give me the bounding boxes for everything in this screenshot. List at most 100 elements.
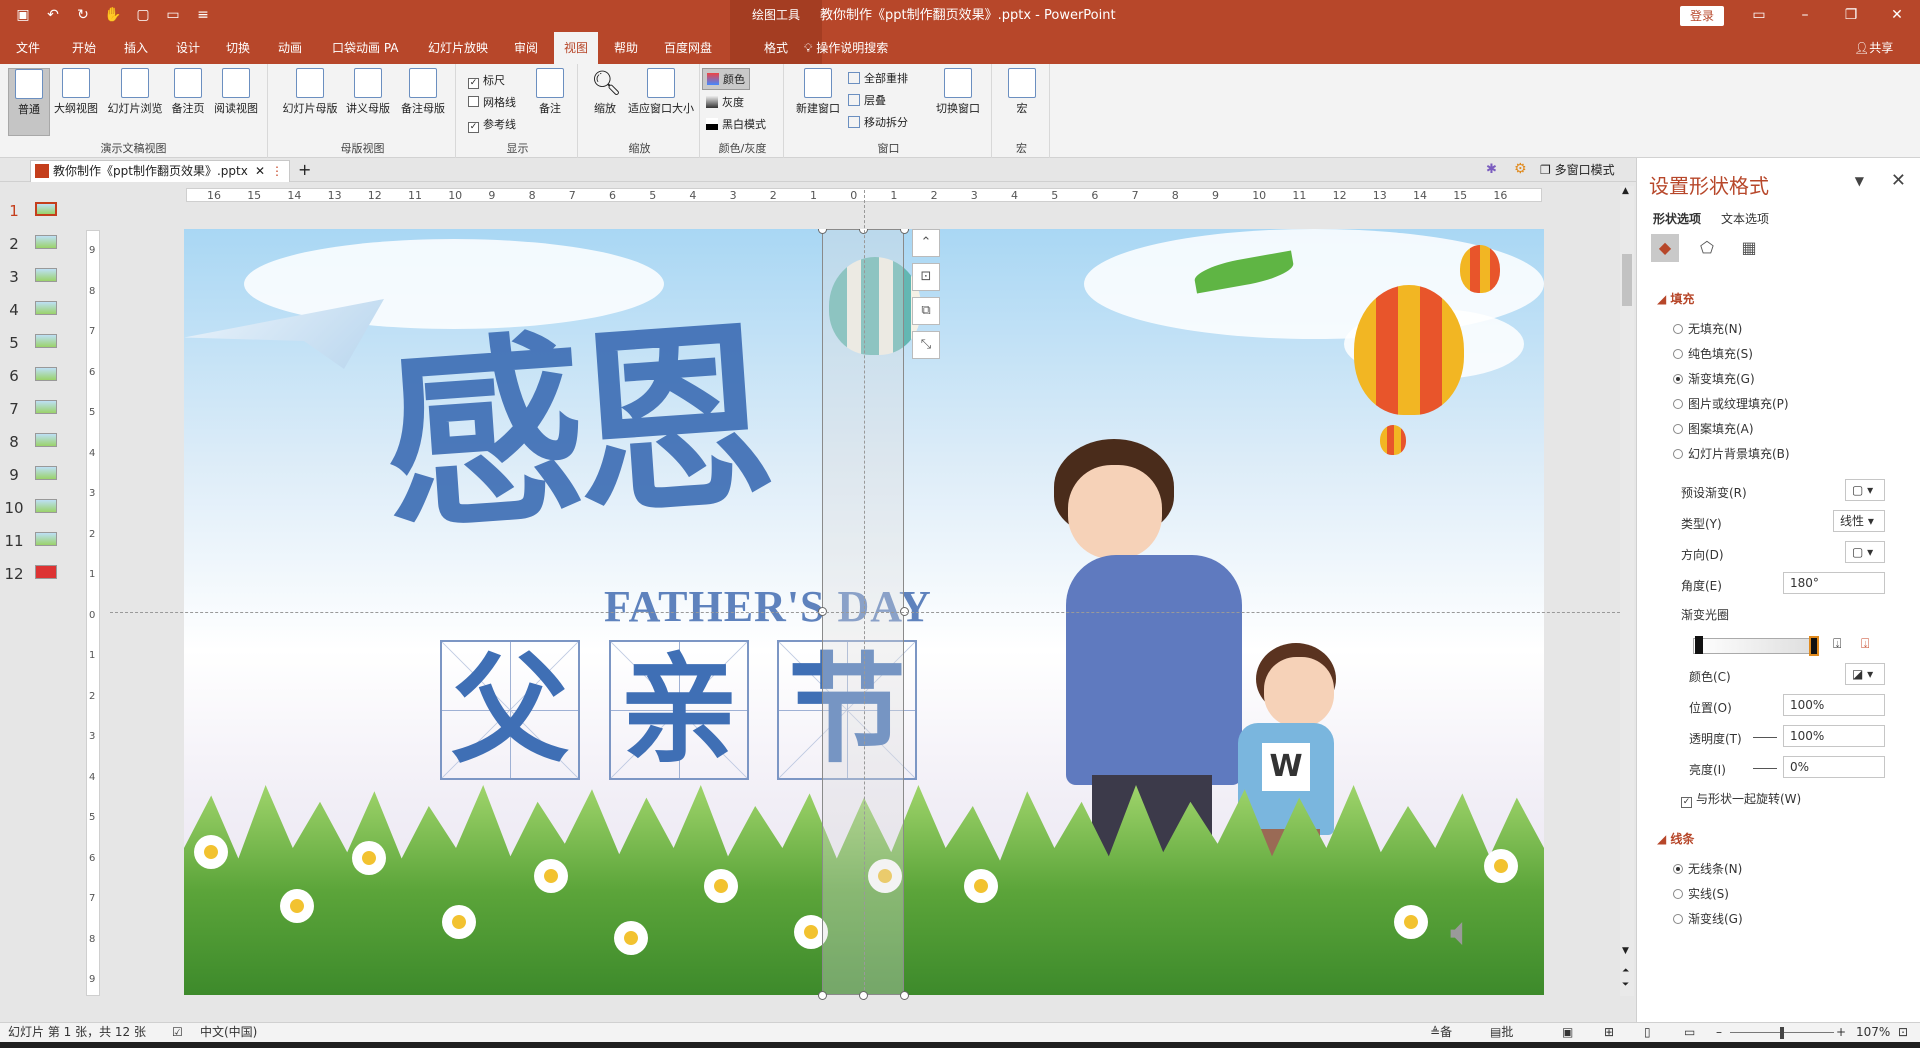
size-properties-icon[interactable]: ▦ — [1735, 234, 1763, 262]
language-indicator[interactable]: 中文(中国) — [200, 1023, 257, 1042]
thumbnail-12[interactable]: 12 — [0, 559, 80, 587]
scrollbar-thumb[interactable] — [1622, 254, 1632, 306]
direction-dropdown[interactable]: ▢ ▾ — [1845, 541, 1885, 563]
fill-section-header[interactable]: ◢ 填充 — [1657, 290, 1694, 307]
tab-review[interactable]: 审阅 — [504, 32, 548, 64]
move-split-button[interactable]: 移动拆分 — [848, 114, 908, 130]
add-stop-icon[interactable]: ⍗ — [1833, 636, 1841, 652]
ribbon-display-icon[interactable]: ▭ — [1736, 0, 1782, 32]
tab-baidu-netdisk[interactable]: 百度网盘 — [654, 32, 722, 64]
vertical-scrollbar[interactable]: ▲ ▼ ⏶ ⏷ — [1620, 186, 1634, 996]
undo-icon[interactable]: ↶ — [44, 6, 62, 24]
document-tab[interactable]: 教你制作《ppt制作翻页效果》.pptx ✕ ⋮ — [30, 160, 290, 182]
tab-design[interactable]: 设计 — [166, 32, 210, 64]
tab-animations[interactable]: 动画 — [268, 32, 312, 64]
sorter-view-status-icon[interactable]: ⊞ — [1604, 1023, 1614, 1042]
minimize-icon[interactable]: – — [1782, 0, 1828, 32]
align-icon[interactable]: ⊡ — [912, 263, 940, 291]
gradient-stop-handle[interactable] — [1809, 636, 1819, 656]
char-box-qin[interactable]: 亲 — [609, 640, 749, 780]
thumbnail-2[interactable]: 2 — [0, 229, 80, 257]
normal-view-status-icon[interactable]: ▣ — [1562, 1023, 1573, 1042]
notes-button[interactable]: 备注 — [532, 68, 568, 116]
fill-option-gradient[interactable]: 渐变填充(G) — [1673, 370, 1755, 387]
tab-view[interactable]: 视图 — [554, 32, 599, 64]
redo-icon[interactable]: ↻ — [74, 6, 92, 24]
tell-me-search[interactable]: 💡︎ 操作说明搜索 — [804, 32, 888, 64]
effects-icon[interactable]: ⬠ — [1693, 234, 1721, 262]
speaker-icon[interactable]: 🔈︎ — [1450, 909, 1474, 955]
macros-button[interactable]: 宏 — [1004, 68, 1040, 116]
thumbnail-5[interactable]: 5 — [0, 328, 80, 356]
open-file-icon[interactable]: ▭ — [164, 6, 182, 24]
black-white-button[interactable]: 黑白模式 — [706, 116, 766, 132]
horizontal-guide[interactable] — [110, 612, 1620, 613]
touch-mode-icon[interactable]: ✋ — [104, 6, 122, 24]
outline-view-button[interactable]: 大纲视图 — [52, 68, 100, 116]
slide-master-button[interactable]: 幻灯片母版 — [280, 68, 340, 116]
gradient-stops-bar[interactable] — [1693, 638, 1819, 654]
fit-window-button[interactable]: 适应窗口大小 — [628, 68, 694, 116]
notes-page-button[interactable]: 备注页 — [168, 68, 208, 116]
tab-transitions[interactable]: 切换 — [216, 32, 260, 64]
close-pane-icon[interactable]: ✕ — [1891, 170, 1906, 191]
fit-slide-icon[interactable]: ⊡ — [1898, 1023, 1908, 1042]
vertical-guide[interactable] — [864, 190, 865, 1000]
new-window-button[interactable]: 新建窗口 — [792, 68, 844, 116]
thumbnail-1[interactable]: 1 — [0, 196, 80, 224]
resize-handle[interactable] — [900, 229, 909, 234]
multi-window-button[interactable]: ❐ 多窗口模式 — [1540, 158, 1615, 182]
pane-options-icon[interactable]: ▼ — [1855, 174, 1864, 188]
reading-view-button[interactable]: 阅读视图 — [210, 68, 262, 116]
vertical-ruler[interactable]: 9 8 7 6 5 4 3 2 1 0 1 2 3 4 5 6 7 8 9 — [86, 230, 100, 996]
tab-text-options[interactable]: 文本选项 — [1721, 210, 1769, 227]
fill-option-background[interactable]: 幻灯片背景填充(B) — [1673, 445, 1790, 462]
arrange-icon[interactable]: ⧉ — [912, 297, 940, 325]
accessibility-icon[interactable]: ☑ — [172, 1023, 183, 1042]
add-tab-icon[interactable]: + — [298, 160, 311, 180]
thumbnail-8[interactable]: 8 — [0, 427, 80, 455]
grayscale-button[interactable]: 灰度 — [706, 94, 744, 110]
customize-icon[interactable]: ≡ — [194, 6, 212, 24]
brightness-spinner[interactable]: 0% — [1783, 756, 1885, 778]
line-option-gradient[interactable]: 渐变线(G) — [1673, 910, 1743, 927]
notes-status-button[interactable]: ≜ 备注 — [1430, 1023, 1452, 1048]
scroll-down-icon[interactable]: ▼ — [1622, 946, 1629, 956]
resize-handle[interactable] — [818, 991, 827, 1000]
line-option-solid[interactable]: 实线(S) — [1673, 885, 1729, 902]
layout-options-icon[interactable]: ⌃ — [912, 229, 940, 257]
gear-icon[interactable]: ⚙ — [1514, 161, 1527, 177]
thumbnail-3[interactable]: 3 — [0, 262, 80, 290]
login-button[interactable]: 登录 — [1680, 6, 1724, 26]
handout-master-button[interactable]: 讲义母版 — [342, 68, 394, 116]
tab-home[interactable]: 开始 — [62, 32, 106, 64]
brightness-slider[interactable] — [1753, 768, 1777, 769]
ruler-checkbox[interactable]: ✓ 标尺 — [468, 72, 505, 89]
normal-view-button[interactable]: 普通 — [8, 68, 50, 136]
scroll-up-icon[interactable]: ▲ — [1622, 186, 1629, 196]
tab-insert[interactable]: 插入 — [114, 32, 158, 64]
remove-stop-icon[interactable]: ⍗ — [1861, 636, 1869, 652]
fill-option-none[interactable]: 无填充(N) — [1673, 320, 1742, 337]
thumbnail-4[interactable]: 4 — [0, 295, 80, 323]
fill-option-pattern[interactable]: 图案填充(A) — [1673, 420, 1754, 437]
thumbnail-9[interactable]: 9 — [0, 460, 80, 488]
restore-icon[interactable]: ❐ — [1828, 0, 1874, 32]
rotate-with-shape-checkbox[interactable]: ✓ 与形状一起旋转(W) — [1681, 790, 1801, 808]
fill-line-icon[interactable]: ◆ — [1651, 234, 1679, 262]
slideshow-status-icon[interactable]: ▭ — [1684, 1023, 1695, 1042]
resize-handle[interactable] — [859, 991, 868, 1000]
cascade-button[interactable]: 层叠 — [848, 92, 886, 108]
resize-handle[interactable] — [900, 991, 909, 1000]
gradient-type-dropdown[interactable]: 线性 ▾ — [1833, 510, 1885, 532]
tab-file[interactable]: 文件 — [6, 32, 50, 64]
zoom-slider-thumb[interactable] — [1780, 1027, 1784, 1039]
slide-sorter-button[interactable]: 幻灯片浏览 — [104, 68, 166, 116]
stop-color-dropdown[interactable]: ◪ ▾ — [1845, 663, 1885, 685]
pin-icon[interactable]: ⋮ — [271, 161, 283, 181]
magic-icon[interactable]: ✱ — [1486, 162, 1497, 177]
next-slide-icon[interactable]: ⏷ — [1622, 980, 1629, 990]
gridlines-checkbox[interactable]: 网格线 — [468, 94, 516, 110]
transparency-slider[interactable] — [1753, 737, 1777, 738]
tab-slide-show[interactable]: 幻灯片放映 — [418, 32, 498, 64]
